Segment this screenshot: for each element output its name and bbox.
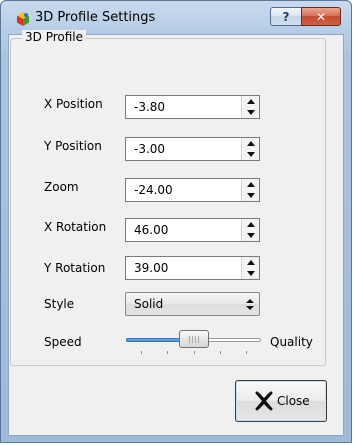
help-icon: ? bbox=[282, 9, 290, 24]
spin-arrows bbox=[241, 219, 259, 241]
arrow-down-icon bbox=[246, 233, 255, 238]
spin-up-button[interactable] bbox=[242, 96, 259, 107]
zoom-label: Zoom bbox=[44, 180, 79, 194]
close-button-label: Close bbox=[277, 394, 310, 408]
slider-tick bbox=[141, 351, 142, 354]
spin-up-button[interactable] bbox=[242, 179, 259, 190]
y-position-label: Y Position bbox=[44, 139, 102, 153]
spin-arrows bbox=[241, 257, 259, 279]
group-title: 3D Profile bbox=[22, 30, 87, 44]
arrow-up-icon bbox=[246, 222, 255, 227]
grip-line bbox=[192, 336, 193, 343]
arrow-up-icon bbox=[246, 141, 255, 146]
style-label: Style bbox=[44, 297, 75, 311]
arrow-down-icon bbox=[246, 152, 255, 157]
slider-tick bbox=[194, 351, 195, 354]
spin-down-button[interactable] bbox=[242, 149, 259, 160]
x-position-label: X Position bbox=[44, 97, 103, 111]
y-position-value: -3.00 bbox=[134, 142, 166, 156]
spin-up-button[interactable] bbox=[242, 257, 259, 268]
y-rotation-spinbox[interactable]: 39.00 bbox=[125, 256, 260, 280]
window-title: 3D Profile Settings bbox=[35, 10, 156, 25]
y-rotation-label: Y Rotation bbox=[44, 261, 106, 275]
spin-up-button[interactable] bbox=[242, 138, 259, 149]
zoom-value: -24.00 bbox=[134, 183, 173, 197]
y-position-spinbox[interactable]: -3.00 bbox=[125, 137, 260, 161]
slider-handle[interactable] bbox=[179, 330, 209, 348]
y-rotation-value: 39.00 bbox=[134, 261, 169, 275]
x-position-value: -3.80 bbox=[134, 100, 166, 114]
spin-up-button[interactable] bbox=[242, 219, 259, 230]
updown-arrows-icon bbox=[246, 299, 254, 310]
arrow-down-icon bbox=[246, 271, 255, 276]
grip-line bbox=[198, 336, 199, 343]
arrow-down-icon bbox=[246, 193, 255, 198]
close-button[interactable]: Close bbox=[235, 380, 327, 422]
spin-down-button[interactable] bbox=[242, 190, 259, 201]
spin-down-button[interactable] bbox=[242, 230, 259, 241]
arrow-up-icon bbox=[246, 99, 255, 104]
spin-down-button[interactable] bbox=[242, 107, 259, 118]
spin-down-button[interactable] bbox=[242, 268, 259, 279]
x-mark-icon bbox=[255, 391, 273, 411]
speed-label: Speed bbox=[44, 335, 82, 349]
help-button[interactable]: ? bbox=[270, 7, 302, 26]
grip-line bbox=[195, 336, 196, 343]
style-combobox[interactable]: Solid bbox=[125, 292, 260, 316]
spin-arrows bbox=[241, 179, 259, 201]
x-rotation-label: X Rotation bbox=[44, 220, 107, 234]
spin-arrows bbox=[241, 138, 259, 160]
zoom-spinbox[interactable]: -24.00 bbox=[125, 178, 260, 202]
quality-label: Quality bbox=[270, 335, 313, 349]
profile-group-box bbox=[10, 38, 326, 366]
arrow-down-icon bbox=[246, 110, 255, 115]
close-icon: ✕ bbox=[315, 9, 327, 24]
slider-tick bbox=[246, 351, 247, 354]
x-position-spinbox[interactable]: -3.80 bbox=[125, 95, 260, 119]
spin-arrows bbox=[241, 96, 259, 118]
x-rotation-spinbox[interactable]: 46.00 bbox=[125, 218, 260, 242]
style-value: Solid bbox=[134, 297, 164, 311]
speed-quality-slider[interactable] bbox=[126, 328, 261, 358]
arrow-up-icon bbox=[246, 260, 255, 265]
slider-tick bbox=[220, 351, 221, 354]
arrow-up-icon bbox=[246, 182, 255, 187]
x-rotation-value: 46.00 bbox=[134, 223, 169, 237]
window-close-button[interactable]: ✕ bbox=[301, 7, 341, 26]
app-icon bbox=[17, 12, 29, 26]
grip-line bbox=[189, 336, 190, 343]
slider-tick bbox=[167, 351, 168, 354]
